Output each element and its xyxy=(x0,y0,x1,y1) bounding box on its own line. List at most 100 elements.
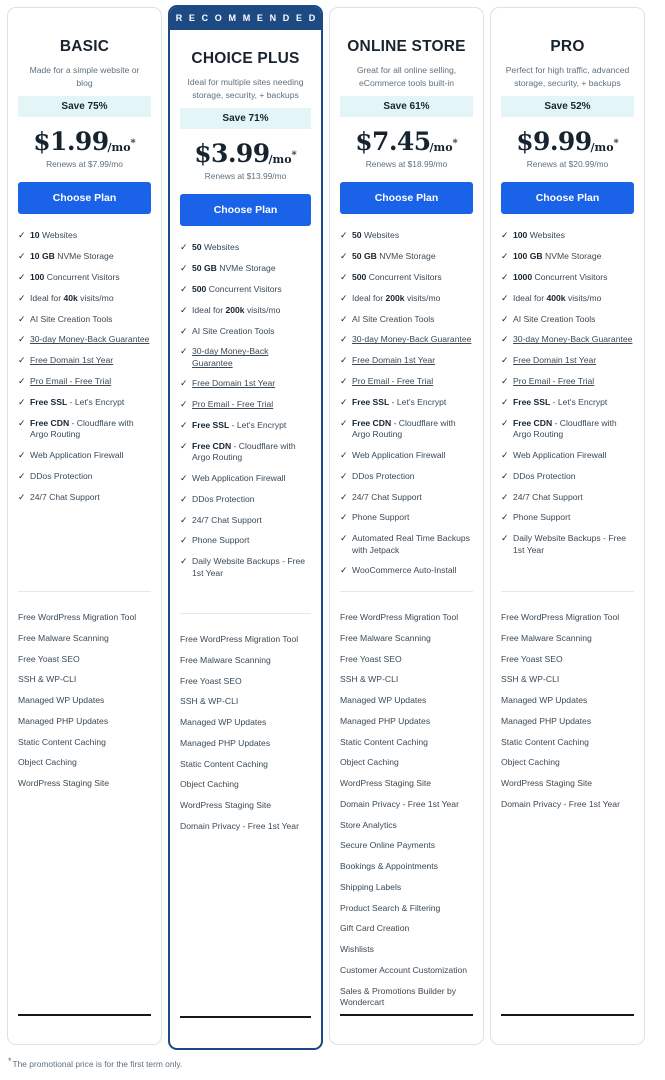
feature-item: ✓ Free CDN - Cloudflare with Argo Routing xyxy=(340,418,473,441)
plan-card-body: BASIC Made for a simple website or blog Sa… xyxy=(8,8,161,1044)
feature-label: 100 Websites xyxy=(513,230,565,240)
pricing-table: BASIC Made for a simple website or blog Sa… xyxy=(0,0,665,1080)
feature-label: 24/7 Chat Support xyxy=(192,514,262,525)
feature-label: AI Site Creation Tools xyxy=(352,313,435,324)
plan-card-online-store: ONLINE STORE Great for all online selling… xyxy=(329,7,484,1045)
price-row: $1.99/mo* xyxy=(18,127,151,156)
choose-plan-button[interactable]: Choose Plan xyxy=(501,182,634,214)
feature-item: ✓ 30-day Money-Back Guarantee xyxy=(501,334,634,346)
choose-plan-button[interactable]: Choose Plan xyxy=(180,194,311,226)
feature-label: Free CDN - Cloudflare with Argo Routing xyxy=(513,417,617,440)
choose-plan-button[interactable]: Choose Plan xyxy=(340,182,473,214)
feature-label[interactable]: Pro Email - Free Trial xyxy=(30,376,111,387)
feature-label: AI Site Creation Tools xyxy=(192,325,275,336)
check-icon: ✓ xyxy=(340,355,348,366)
extra-feature-item: Bookings & Appointments xyxy=(340,861,438,872)
check-icon: ✓ xyxy=(180,325,188,336)
extra-feature-item: Free Yoast SEO xyxy=(501,653,563,664)
feature-item: ✓ Web Application Firewall xyxy=(180,473,311,485)
plan-tagline: Great for all online selling, eCommerce … xyxy=(356,65,457,88)
save-badge: Save 71% xyxy=(180,108,311,129)
feature-label[interactable]: Free Domain 1st Year xyxy=(352,355,435,366)
feature-item: ✓ AI Site Creation Tools xyxy=(340,314,473,326)
plan-card-basic: BASIC Made for a simple website or blog Sa… xyxy=(7,7,162,1045)
extra-feature-item: Managed WP Updates xyxy=(18,695,105,706)
plan-card-pro: PRO Perfect for high traffic, advanced st… xyxy=(490,7,645,1045)
feature-item: ✓ Daily Website Backups - Free 1st Year xyxy=(180,556,311,579)
save-badge: Save 61% xyxy=(340,96,473,117)
feature-label: Phone Support xyxy=(352,512,410,523)
check-icon: ✓ xyxy=(180,420,188,430)
plan-tagline: Made for a simple website or blog xyxy=(29,65,140,88)
feature-item: ✓ 30-day Money-Back Guarantee xyxy=(340,334,473,346)
feature-label[interactable]: Pro Email - Free Trial xyxy=(192,399,273,410)
check-icon: ✓ xyxy=(501,250,509,261)
check-icon: ✓ xyxy=(180,242,188,252)
feature-label[interactable]: 30-day Money-Back Guarantee xyxy=(192,346,311,369)
check-icon: ✓ xyxy=(18,376,26,387)
price-amount: $1.99 xyxy=(33,127,109,156)
extra-feature-item: Sales & Promotions Builder by Wondercart xyxy=(340,985,457,1007)
extra-feature-item: Gift Card Creation xyxy=(340,923,410,934)
extra-feature-item: Free Yoast SEO xyxy=(18,653,80,664)
extra-feature-item: Object Caching xyxy=(501,757,560,768)
extra-feature-list: Free WordPress Migration Tool Free Malwar… xyxy=(180,634,311,842)
feature-item: ✓ Free Domain 1st Year xyxy=(340,355,473,367)
extra-feature-item: WordPress Staging Site xyxy=(180,800,272,811)
feature-label: Daily Website Backups - Free 1st Year xyxy=(513,533,627,555)
check-icon: ✓ xyxy=(180,378,188,389)
choose-plan-button[interactable]: Choose Plan xyxy=(18,182,151,214)
feature-label: 24/7 Chat Support xyxy=(352,491,422,502)
extra-feature-item: SSH & WP-CLI xyxy=(501,674,560,685)
price-period: /mo xyxy=(429,141,453,154)
check-icon: ✓ xyxy=(180,472,188,483)
feature-item: ✓ Free Domain 1st Year xyxy=(501,355,634,367)
extra-feature-item: Wishlists xyxy=(340,944,374,955)
feature-label[interactable]: Pro Email - Free Trial xyxy=(352,376,433,387)
feature-label[interactable]: Free Domain 1st Year xyxy=(192,378,275,389)
feature-label: Automated Real Time Backups with Jetpack xyxy=(352,533,470,555)
price-row: $7.45/mo* xyxy=(340,127,473,156)
plan-card-choice-plus: R E C O M M E N D E D CHOICE PLUS Ideal fo… xyxy=(168,5,323,1050)
feature-label[interactable]: 30-day Money-Back Guarantee xyxy=(513,334,632,345)
feature-label[interactable]: 30-day Money-Back Guarantee xyxy=(30,334,149,345)
section-divider xyxy=(340,591,473,592)
feature-item: ✓ 24/7 Chat Support xyxy=(501,492,634,504)
price-row: $9.99/mo* xyxy=(501,127,634,156)
extra-feature-item: WordPress Staging Site xyxy=(501,778,593,789)
card-bottom-rule xyxy=(180,1016,311,1018)
feature-label: 500 Concurrent Visitors xyxy=(352,271,442,282)
extra-feature-item: Customer Account Customization xyxy=(340,965,468,976)
feature-label[interactable]: Free Domain 1st Year xyxy=(30,355,113,366)
check-icon: ✓ xyxy=(18,417,26,428)
feature-label: AI Site Creation Tools xyxy=(513,313,596,324)
feature-item: ✓ Pro Email - Free Trial xyxy=(501,376,634,388)
feature-label[interactable]: 30-day Money-Back Guarantee xyxy=(352,334,471,345)
extra-feature-item: Free Malware Scanning xyxy=(340,632,431,643)
plan-card-body: CHOICE PLUS Ideal for multiple sites need… xyxy=(170,30,321,1048)
check-icon: ✓ xyxy=(501,533,509,544)
feature-label: 100 GB NVMe Storage xyxy=(513,250,602,261)
check-icon: ✓ xyxy=(18,397,26,407)
extra-feature-item: Product Search & Filtering xyxy=(340,902,441,913)
feature-item: ✓ 50 Websites xyxy=(340,230,473,242)
feature-item: ✓ 1000 Concurrent Visitors xyxy=(501,272,634,284)
feature-label[interactable]: Pro Email - Free Trial xyxy=(513,376,594,387)
feature-label: 50 Websites xyxy=(352,230,400,240)
feature-item: ✓ Free Domain 1st Year xyxy=(18,355,151,367)
extra-feature-item: SSH & WP-CLI xyxy=(340,674,399,685)
check-icon: ✓ xyxy=(180,346,188,357)
price-amount: $7.45 xyxy=(355,127,431,156)
section-divider xyxy=(501,591,634,592)
feature-item: ✓ 10 GB NVMe Storage xyxy=(18,251,151,263)
price-period: /mo xyxy=(268,153,292,166)
feature-label: 100 Concurrent Visitors xyxy=(30,271,120,282)
check-icon: ✓ xyxy=(340,230,348,240)
feature-label: 24/7 Chat Support xyxy=(513,491,583,502)
feature-label: 50 GB NVMe Storage xyxy=(352,250,436,261)
extra-feature-item: Secure Online Payments xyxy=(340,840,436,851)
feature-label[interactable]: Free Domain 1st Year xyxy=(513,355,596,366)
check-icon: ✓ xyxy=(18,449,26,460)
plan-tagline: Ideal for multiple sites needing storage… xyxy=(187,77,304,100)
feature-item: ✓ Ideal for 200k visits/mo xyxy=(180,305,311,317)
